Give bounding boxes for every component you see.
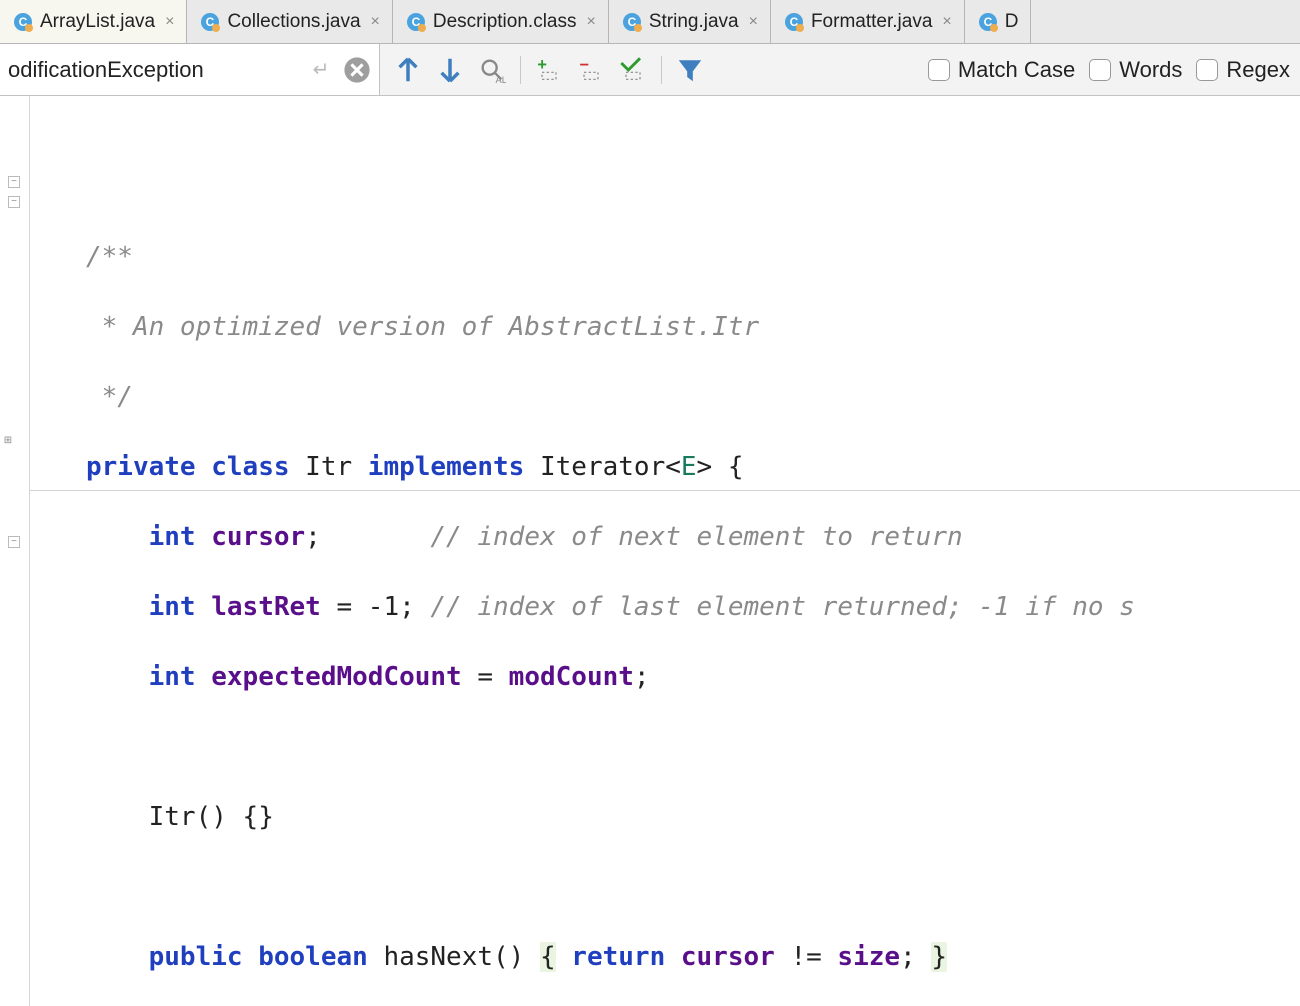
match-case-option[interactable]: Match Case: [928, 57, 1075, 83]
field: cursor: [681, 942, 775, 972]
find-nav-group: ALL: [394, 56, 506, 84]
editor-tabs: C ArrayList.java × C Collections.java × …: [0, 0, 1300, 44]
comment: // index of next element to return: [430, 522, 962, 552]
prev-match-icon[interactable]: [394, 56, 422, 84]
keyword: return: [571, 942, 665, 972]
close-icon[interactable]: ×: [371, 13, 380, 31]
code-editor[interactable]: /** * An optimized version of AbstractLi…: [30, 96, 1300, 1006]
multicursor-group: + −: [535, 56, 647, 84]
field: size: [837, 942, 900, 972]
fold-toggle-icon[interactable]: −: [8, 176, 20, 188]
java-class-icon: C: [199, 11, 221, 33]
keyword: implements: [368, 452, 525, 482]
search-input[interactable]: [8, 57, 299, 83]
tab-label: D: [1005, 11, 1019, 33]
tab-label: Formatter.java: [811, 11, 932, 33]
java-class-icon: C: [12, 11, 34, 33]
fold-toggle-icon[interactable]: −: [8, 196, 20, 208]
tab-description[interactable]: C Description.class ×: [393, 0, 609, 43]
identifier: Iterator: [540, 452, 665, 482]
regex-label: Regex: [1226, 57, 1290, 83]
comment: // index of last element returned; -1 if…: [430, 592, 1134, 622]
select-all-icon[interactable]: ALL: [478, 56, 506, 84]
tab-label: ArrayList.java: [40, 11, 155, 33]
java-class-icon: C: [405, 11, 427, 33]
close-icon[interactable]: ×: [942, 13, 951, 31]
close-icon[interactable]: ×: [165, 13, 174, 31]
constructor: Itr() {}: [149, 802, 274, 832]
add-selection-icon[interactable]: +: [535, 56, 563, 84]
find-input-wrapper: ↵: [0, 44, 380, 95]
field: cursor: [211, 522, 305, 552]
identifier: Itr: [305, 452, 352, 482]
remove-selection-icon[interactable]: −: [577, 56, 605, 84]
java-class-icon: C: [783, 11, 805, 33]
field: modCount: [509, 662, 634, 692]
keyword: int: [149, 662, 196, 692]
tab-string[interactable]: C String.java ×: [609, 0, 771, 43]
expand-icon[interactable]: ⊞: [2, 436, 14, 448]
tab-label: String.java: [649, 11, 739, 33]
comment: */: [86, 382, 133, 412]
checkbox-icon: [1089, 59, 1111, 81]
words-option[interactable]: Words: [1089, 57, 1182, 83]
keyword: int: [149, 522, 196, 552]
fold-toggle-icon[interactable]: −: [8, 536, 20, 548]
java-class-icon: C: [977, 11, 999, 33]
tab-label: Collections.java: [227, 11, 360, 33]
tab-label: Description.class: [433, 11, 577, 33]
select-all-occurrences-icon[interactable]: [619, 56, 647, 84]
checkbox-icon: [1196, 59, 1218, 81]
clear-search-icon[interactable]: [343, 56, 371, 84]
type-param: E: [681, 452, 697, 482]
comment: /**: [86, 242, 133, 272]
tab-arraylist[interactable]: C ArrayList.java ×: [0, 0, 187, 43]
field: expectedModCount: [211, 662, 461, 692]
comment: * An optimized version of AbstractList.I…: [86, 312, 759, 342]
keyword: private: [86, 452, 196, 482]
method: hasNext(): [383, 942, 524, 972]
tab-collections[interactable]: C Collections.java ×: [187, 0, 392, 43]
tab-formatter[interactable]: C Formatter.java ×: [771, 0, 965, 43]
next-match-icon[interactable]: [436, 56, 464, 84]
regex-option[interactable]: Regex: [1196, 57, 1290, 83]
keyword: class: [211, 452, 289, 482]
keyword: int: [149, 592, 196, 622]
match-case-label: Match Case: [958, 57, 1075, 83]
separator: [661, 56, 662, 84]
gutter[interactable]: − − ⊞ −: [0, 96, 30, 1006]
separator: [520, 56, 521, 84]
svg-text:−: −: [579, 56, 589, 74]
editor-area: − − ⊞ − /** * An optimized version of Ab…: [0, 96, 1300, 1006]
keyword: boolean: [258, 942, 368, 972]
words-label: Words: [1119, 57, 1182, 83]
checkbox-icon: [928, 59, 950, 81]
field: lastRet: [211, 592, 321, 622]
tab-truncated[interactable]: C D: [965, 0, 1032, 43]
svg-text:ALL: ALL: [496, 74, 507, 83]
close-icon[interactable]: ×: [586, 13, 595, 31]
close-icon[interactable]: ×: [749, 13, 758, 31]
java-class-icon: C: [621, 11, 643, 33]
newline-icon[interactable]: ↵: [307, 56, 335, 84]
find-toolbar: ↵ ALL + − Match Case W: [0, 44, 1300, 96]
filter-icon[interactable]: [676, 56, 704, 84]
svg-text:+: +: [537, 56, 547, 74]
keyword: public: [149, 942, 243, 972]
